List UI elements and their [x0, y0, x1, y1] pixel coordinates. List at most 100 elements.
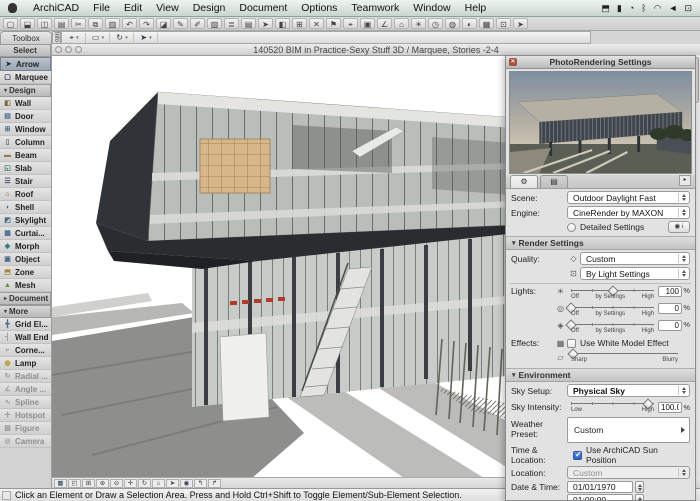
home-icon[interactable]: ⌂ — [394, 18, 409, 29]
fill-icon[interactable]: ▨ — [207, 18, 222, 29]
volume-icon[interactable]: ◄ — [669, 3, 678, 13]
sidebar-item[interactable]: ☰ Stair — [0, 175, 51, 188]
light-slider[interactable]: Off by Settings High — [571, 286, 654, 302]
apple-menu-icon[interactable] — [8, 3, 17, 13]
light-value-input[interactable] — [658, 286, 682, 297]
battery-icon[interactable]: ▮ — [617, 3, 622, 14]
brush-icon[interactable]: ✐ — [190, 18, 205, 29]
sidebar-item[interactable]: ◆ Morph — [0, 240, 51, 253]
environment-header[interactable]: Environment — [506, 368, 695, 382]
home-view-icon[interactable]: ⌂ — [152, 479, 165, 488]
render-settings-header[interactable]: Render Settings — [506, 236, 695, 250]
light-method-dropdown[interactable]: By Light Settings — [580, 267, 690, 280]
pointer-icon[interactable]: ➤ — [258, 18, 273, 29]
monitor-icon[interactable]: ⊡ — [496, 18, 511, 29]
sidebar-item[interactable]: ▢ Marquee — [0, 71, 51, 84]
explore-icon[interactable]: ➤ — [166, 479, 179, 488]
clock-tool-icon[interactable]: ◷ — [428, 18, 443, 29]
sidebar-item[interactable]: ∠ Angle ... — [0, 383, 51, 396]
redo-icon[interactable]: ↷ — [139, 18, 154, 29]
menu-file[interactable]: File — [86, 0, 117, 16]
globe-icon[interactable]: ◍ — [445, 18, 460, 29]
menu-teamwork[interactable]: Teamwork — [344, 0, 406, 16]
sidebar-item[interactable]: ▲ Mesh — [0, 279, 51, 292]
rotate-options-icon[interactable]: ↻ ▾ — [113, 33, 134, 43]
sky-intensity-input[interactable] — [658, 402, 682, 413]
quality-dropdown[interactable]: Custom — [580, 252, 690, 265]
sidebar-item[interactable]: ▯ Column — [0, 136, 51, 149]
selection-options-icon[interactable]: ⌖ ▾ — [65, 33, 86, 43]
menu-view[interactable]: View — [149, 0, 186, 16]
light-slider[interactable]: Off by Settings High — [571, 320, 654, 336]
sidebar-item[interactable]: ╋ Grid El... — [0, 318, 51, 331]
walk-icon[interactable]: ➤ — [513, 18, 528, 29]
sky-setup-dropdown[interactable]: Physical Sky — [567, 384, 690, 397]
tab-preview[interactable]: ▤ — [540, 175, 568, 188]
date-stepper[interactable] — [635, 481, 644, 493]
detailed-settings-checkbox[interactable] — [567, 223, 576, 232]
arrow-cursor-icon[interactable]: ➤ ▾ — [137, 33, 158, 43]
light-slider[interactable]: Off by Settings High — [571, 303, 654, 319]
location-dropdown[interactable]: Custom — [567, 466, 690, 479]
sidebar-item[interactable]: Select — [0, 44, 51, 57]
engine-info-button[interactable]: ◉ i — [668, 221, 690, 233]
tab-settings[interactable]: ⚙ — [510, 175, 538, 188]
sidebar-item[interactable]: ▤ Door — [0, 110, 51, 123]
anchor-icon[interactable]: ⌖ — [343, 18, 358, 29]
fit-view-icon[interactable]: ⊞ — [82, 479, 95, 488]
sidebar-item[interactable]: ▬ Beam — [0, 149, 51, 162]
sidebar-item[interactable]: ◩ Skylight — [0, 214, 51, 227]
panel-expand-button[interactable]: ▸ — [679, 175, 691, 186]
sidebar-item[interactable]: ⊞ Window — [0, 123, 51, 136]
sidebar-item[interactable]: ◍ Lamp — [0, 357, 51, 370]
menu-window[interactable]: Window — [406, 0, 457, 16]
zoom-select-icon[interactable]: ◰ — [68, 479, 81, 488]
new-document-icon[interactable]: ▢ — [3, 18, 18, 29]
info-palette-tab[interactable]: Info — [52, 31, 61, 44]
sidebar-item[interactable]: ▦ Curtai... — [0, 227, 51, 240]
sidebar-item[interactable]: ➤ Arrow — [0, 57, 51, 71]
open-file-icon[interactable]: ⬓ — [20, 18, 35, 29]
save-icon[interactable]: ◫ — [37, 18, 52, 29]
clock-icon[interactable]: ◔ — [629, 3, 634, 13]
preview-icon[interactable]: ▦ — [54, 479, 67, 488]
pen-icon[interactable]: ✎ — [173, 18, 188, 29]
menu-help[interactable]: Help — [458, 0, 494, 16]
delete-icon[interactable]: ✕ — [309, 18, 324, 29]
menu-edit[interactable]: Edit — [117, 0, 149, 16]
grid-icon[interactable]: ⊞ — [292, 18, 307, 29]
weather-preset-control[interactable]: Custom — [567, 417, 690, 443]
render-icon[interactable]: ◐ — [462, 18, 477, 29]
camera-icon[interactable]: ⬒ — [601, 3, 610, 14]
sidebar-item[interactable]: ◱ Slab — [0, 162, 51, 175]
light-value-input[interactable] — [658, 303, 682, 314]
print-icon[interactable]: ▤ — [54, 18, 69, 29]
line-style-icon[interactable]: ≣ — [224, 18, 239, 29]
wifi-icon[interactable]: ◠ — [654, 3, 662, 14]
sidebar-item[interactable]: ⌂ Roof — [0, 188, 51, 201]
layers-icon[interactable]: ▤ — [241, 18, 256, 29]
sidebar-item[interactable]: ▨ Figure — [0, 422, 51, 435]
look-icon[interactable]: ◉ — [180, 479, 193, 488]
sidebar-item[interactable]: ✛ Hotspot — [0, 409, 51, 422]
zoom-out-icon[interactable]: ⊖ — [110, 479, 123, 488]
display-icon[interactable]: ⊡ — [684, 3, 692, 14]
cut-icon[interactable]: ✂ — [71, 18, 86, 29]
sidebar-item[interactable]: ↻ Radial ... — [0, 370, 51, 383]
paste-icon[interactable]: ▥ — [105, 18, 120, 29]
sky-intensity-slider[interactable]: Low High — [571, 399, 654, 415]
prev-view-icon[interactable]: ↰ — [194, 479, 207, 488]
sidebar-item[interactable]: ◧ Wall — [0, 97, 51, 110]
pan-icon[interactable]: ✛ — [124, 479, 137, 488]
time-input[interactable] — [567, 494, 633, 501]
menu-document[interactable]: Document — [232, 0, 294, 16]
next-view-icon[interactable]: ↱ — [208, 479, 221, 488]
sidebar-item[interactable]: ◎ Camera — [0, 435, 51, 448]
date-input[interactable] — [567, 481, 633, 493]
marquee-options-icon[interactable]: ▭ ▾ — [89, 33, 110, 43]
undo-icon[interactable]: ↶ — [122, 18, 137, 29]
sidebar-item[interactable]: ◗ Shell — [0, 201, 51, 214]
sidebar-item[interactable]: Design — [0, 84, 51, 97]
sidebar-item[interactable]: ⬒ Zone — [0, 266, 51, 279]
sidebar-item[interactable]: ∿ Spline — [0, 396, 51, 409]
